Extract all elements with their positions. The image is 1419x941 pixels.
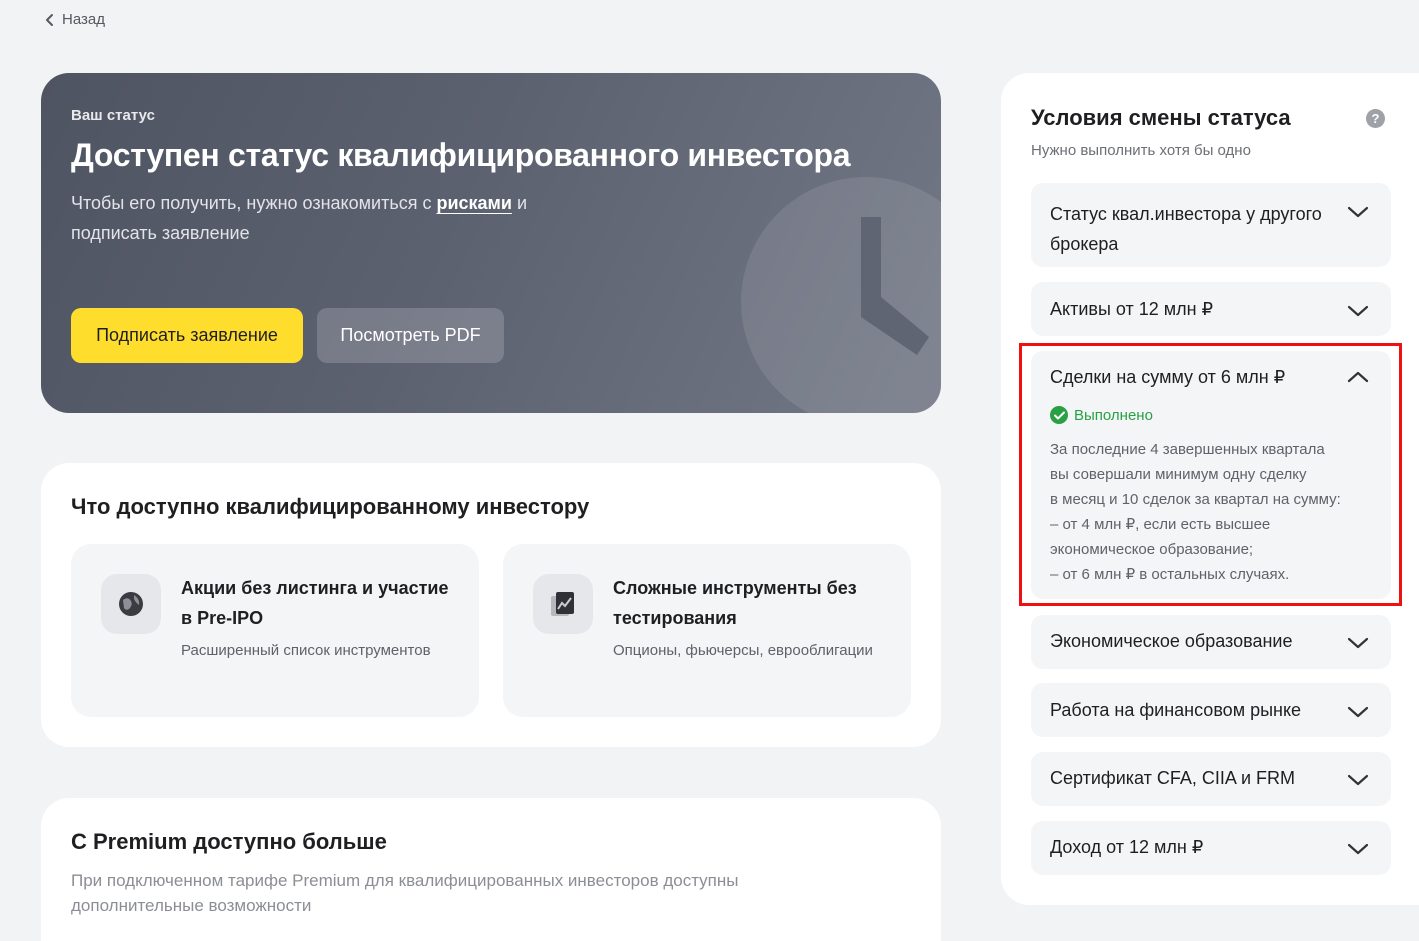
conditions-subtitle: Нужно выполнить хотя бы одно [1031, 142, 1251, 159]
chevron-down-icon [1347, 843, 1369, 855]
chevron-down-icon [1347, 706, 1369, 718]
feature-card-unlisted-shares[interactable]: Акции без листинга и участие в Pre-IPO Р… [71, 544, 479, 717]
condition-description: За последние 4 завершенных квартала вы с… [1050, 437, 1380, 587]
condition-label: Статус квал.инвестора у другого брокера [1050, 204, 1322, 254]
check-circle-icon [1050, 406, 1068, 424]
back-label: Назад [62, 11, 105, 28]
chevron-left-icon [46, 13, 53, 26]
chevron-down-icon [1347, 305, 1369, 317]
feature-subtitle: Опционы, фьючерсы, еврооблигации [613, 642, 873, 659]
chevron-down-icon [1347, 206, 1369, 218]
condition-description-line: – от 4 млн ₽, если есть высшее [1050, 516, 1271, 533]
chevron-down-icon [1347, 774, 1369, 786]
risks-link[interactable]: рисками [436, 193, 511, 213]
status-text: Выполнено [1074, 406, 1153, 424]
condition-assets[interactable]: Активы от 12 млн ₽ [1031, 282, 1391, 336]
globe-icon [101, 574, 161, 634]
feature-card-complex-instruments[interactable]: Сложные инструменты без тестирования Опц… [503, 544, 911, 717]
condition-description-line: – от 6 млн ₽ в остальных случаях. [1050, 566, 1290, 583]
status-conditions-panel: Условия смены статуса ? Нужно выполнить … [1001, 73, 1419, 905]
status-hero-card: Ваш статус Доступен статус квалифицирова… [41, 73, 941, 413]
back-link[interactable]: Назад [44, 11, 105, 28]
condition-other-broker-status[interactable]: Статус квал.инвестора у другого брокера [1031, 183, 1391, 267]
condition-label: Сделки на сумму от 6 млн ₽ [1050, 367, 1286, 387]
question-icon[interactable]: ? [1366, 109, 1385, 128]
condition-income[interactable]: Доход от 12 млн ₽ [1031, 821, 1391, 875]
status-description: Чтобы его получить, нужно ознакомиться с… [71, 188, 591, 248]
condition-label: Сертификат CFA, CIIA и FRM [1050, 768, 1295, 788]
premium-card: С Premium доступно больше При подключенн… [41, 798, 941, 941]
view-pdf-button[interactable]: Посмотреть PDF [317, 308, 504, 363]
status-description-start: Чтобы его получить, нужно ознакомиться с [71, 193, 437, 213]
premium-title: С Premium доступно больше [71, 829, 387, 854]
feature-title: Акции без листинга и участие в Pre-IPO [181, 578, 449, 628]
condition-description-line: вы совершали минимум одну сделку [1050, 466, 1307, 483]
condition-description-line: экономическое образование; [1050, 541, 1254, 558]
condition-label: Активы от 12 млн ₽ [1050, 299, 1214, 319]
premium-text: При подключенном тарифе Premium для квал… [71, 871, 739, 915]
status-label: Ваш статус [71, 107, 155, 124]
chevron-down-icon [1347, 637, 1369, 649]
condition-trades-expanded[interactable]: Сделки на сумму от 6 млн ₽ Выполнено За … [1031, 351, 1391, 599]
condition-financial-market-work[interactable]: Работа на финансовом рынке [1031, 683, 1391, 737]
condition-description-line: За последние 4 завершенных квартала [1050, 441, 1325, 458]
status-title: Доступен статус квалифицированного инвес… [71, 137, 851, 173]
sign-application-button[interactable]: Подписать заявление [71, 308, 303, 363]
clock-illustration-icon [741, 177, 941, 413]
feature-subtitle: Расширенный список инструментов [181, 642, 431, 659]
qualified-features-title: Что доступно квалифицированному инвестор… [71, 494, 590, 519]
chart-icon [533, 574, 593, 634]
feature-title: Сложные инструменты без тестирования [613, 578, 857, 628]
qualified-features-card: Что доступно квалифицированному инвестор… [41, 463, 941, 747]
conditions-title: Условия смены статуса [1031, 105, 1291, 130]
condition-label: Работа на финансовом рынке [1050, 700, 1302, 720]
condition-economic-education[interactable]: Экономическое образование [1031, 615, 1391, 669]
chevron-up-icon[interactable] [1347, 370, 1369, 384]
condition-label: Экономическое образование [1050, 631, 1293, 651]
status-badge: Выполнено [1050, 406, 1153, 424]
condition-certificate[interactable]: Сертификат CFA, CIIA и FRM [1031, 752, 1391, 806]
condition-label: Доход от 12 млн ₽ [1050, 837, 1204, 857]
condition-description-line: в месяц и 10 сделок за квартал на сумму: [1050, 491, 1341, 508]
